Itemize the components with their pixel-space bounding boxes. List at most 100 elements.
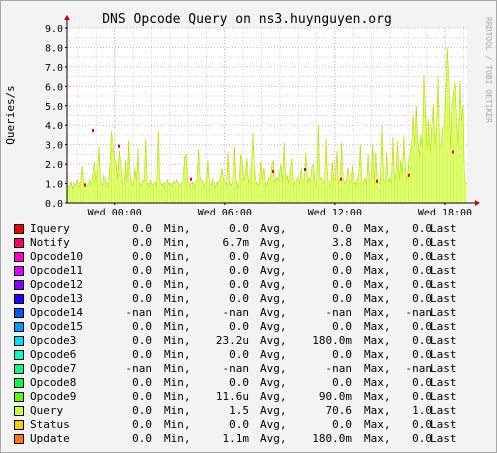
legend-min-value: 0.0 (132, 320, 152, 333)
y-tick-label: 0.0 (45, 199, 63, 210)
legend-max-value: 0.0 (332, 278, 352, 291)
legend-max-value: 180.0m (312, 334, 352, 347)
legend-last-label: Last (430, 278, 457, 291)
legend-avg-value: -nan (222, 362, 250, 375)
legend-max-label: Max, (364, 320, 391, 333)
legend-max-label: Max, (364, 222, 391, 235)
legend-last-label: Last (430, 320, 457, 333)
legend-last-label: Last (430, 292, 457, 305)
legend-swatch (14, 420, 24, 430)
legend-avg-label: Avg, (260, 404, 287, 417)
legend-max-value: 180.0m (312, 432, 352, 445)
legend-last-value: 0.0 (412, 292, 432, 305)
legend-last-value: 0.0 (412, 320, 432, 333)
legend-series-name: Opcode8 (30, 376, 77, 389)
legend-min-label: Min, (164, 334, 191, 347)
y-tick-label: 6.0 (45, 82, 63, 93)
opcode-spike (452, 150, 454, 154)
legend-min-label: Min, (164, 278, 191, 291)
x-tick-label: Wed 18:00 (418, 208, 472, 215)
y-tick-label: 7.0 (45, 63, 63, 74)
legend-max-label: Max, (364, 418, 391, 431)
legend-avg-label: Avg, (260, 250, 287, 263)
legend-avg-value: 0.0 (229, 418, 249, 431)
legend-last-value: 0.0 (412, 250, 432, 263)
rrd-chart: DNS Opcode Query on ns3.huynguyen.org Qu… (4, 12, 493, 215)
legend-last-label: Last (430, 404, 457, 417)
legend-avg-value: 0.0 (229, 320, 249, 333)
legend-series-name: Query (30, 404, 64, 417)
legend-min-label: Min, (164, 320, 191, 333)
legend-max-label: Max, (364, 376, 391, 389)
legend-last-label: Last (430, 236, 457, 249)
legend-last-value: 1.0 (412, 404, 432, 417)
legend-series-name: Iquery (30, 222, 70, 235)
opcode-spike (118, 144, 120, 148)
legend-max-label: Max, (364, 292, 391, 305)
legend-avg-label: Avg, (260, 222, 287, 235)
legend-min-value: 0.0 (132, 222, 152, 235)
legend-last-label: Last (430, 348, 457, 361)
legend-last-value: -nan (405, 362, 433, 375)
legend-series-name: Opcode14 (30, 306, 83, 319)
legend-min-value: 0.0 (132, 278, 152, 291)
legend-last-value: -nan (405, 306, 433, 319)
legend-min-label: Min, (164, 292, 191, 305)
y-tick-label: 3.0 (45, 141, 63, 152)
legend-avg-label: Avg, (260, 236, 287, 249)
legend-last-value: 0.0 (412, 334, 432, 347)
legend-avg-label: Avg, (260, 334, 287, 347)
legend-avg-value: 0.0 (229, 250, 249, 263)
legend-max-value: 0.0 (332, 292, 352, 305)
legend-series-name: Opcode11 (30, 264, 83, 277)
legend-min-label: Min, (164, 404, 191, 417)
legend-avg-value: 1.5 (229, 404, 249, 417)
legend-max-value: 0.0 (332, 250, 352, 263)
legend-max-value: 0.0 (332, 348, 352, 361)
legend-min-label: Min, (164, 376, 191, 389)
legend-min-value: 0.0 (132, 264, 152, 277)
opcode-spike (272, 169, 274, 173)
y-axis-arrow (64, 15, 70, 20)
legend-series-name: Status (30, 418, 70, 431)
legend-last-label: Last (430, 362, 457, 375)
legend-series-name: Opcode12 (30, 278, 83, 291)
legend-min-label: Min, (164, 348, 191, 361)
opcode-spike (92, 129, 94, 133)
legend-avg-label: Avg, (260, 432, 287, 445)
legend-max-label: Max, (364, 264, 391, 277)
legend-last-label: Last (430, 250, 457, 263)
y-tick-label: 4.0 (45, 121, 63, 132)
legend-series-name: Notify (30, 236, 70, 249)
legend-last-label: Last (430, 334, 457, 347)
legend-series-name: Update (30, 432, 70, 445)
legend-max-label: Max, (364, 306, 391, 319)
legend-avg-value: 23.2u (215, 334, 249, 347)
legend-max-label: Max, (364, 432, 391, 445)
legend-series-name: Opcode9 (30, 390, 77, 403)
legend-min-label: Min, (164, 362, 191, 375)
legend-last-value: 0.0 (412, 278, 432, 291)
legend-avg-label: Avg, (260, 418, 287, 431)
legend-swatch (14, 308, 24, 318)
legend-swatch (14, 350, 24, 360)
legend-last-value: 0.0 (412, 348, 432, 361)
legend-max-value: 70.6 (325, 404, 353, 417)
legend-swatch (14, 266, 24, 276)
legend-max-value: 3.8 (332, 236, 352, 249)
legend-last-value: 0.0 (412, 222, 432, 235)
legend-last-label: Last (430, 222, 457, 235)
legend-min-value: 0.0 (132, 334, 152, 347)
legend-min-value: 0.0 (132, 418, 152, 431)
legend-max-label: Max, (364, 390, 391, 403)
legend-avg-value: 0.0 (229, 222, 249, 235)
legend-last-value: 0.0 (412, 390, 432, 403)
legend-swatch (14, 294, 24, 304)
opcode-spike (408, 173, 410, 177)
x-tick-label: Wed 12:00 (308, 208, 362, 215)
x-axis-arrow (475, 200, 480, 206)
legend-swatch (14, 434, 24, 444)
legend-min-label: Min, (164, 236, 191, 249)
y-tick-label: 9.0 (45, 24, 63, 35)
legend-avg-value: 0.0 (229, 292, 249, 305)
